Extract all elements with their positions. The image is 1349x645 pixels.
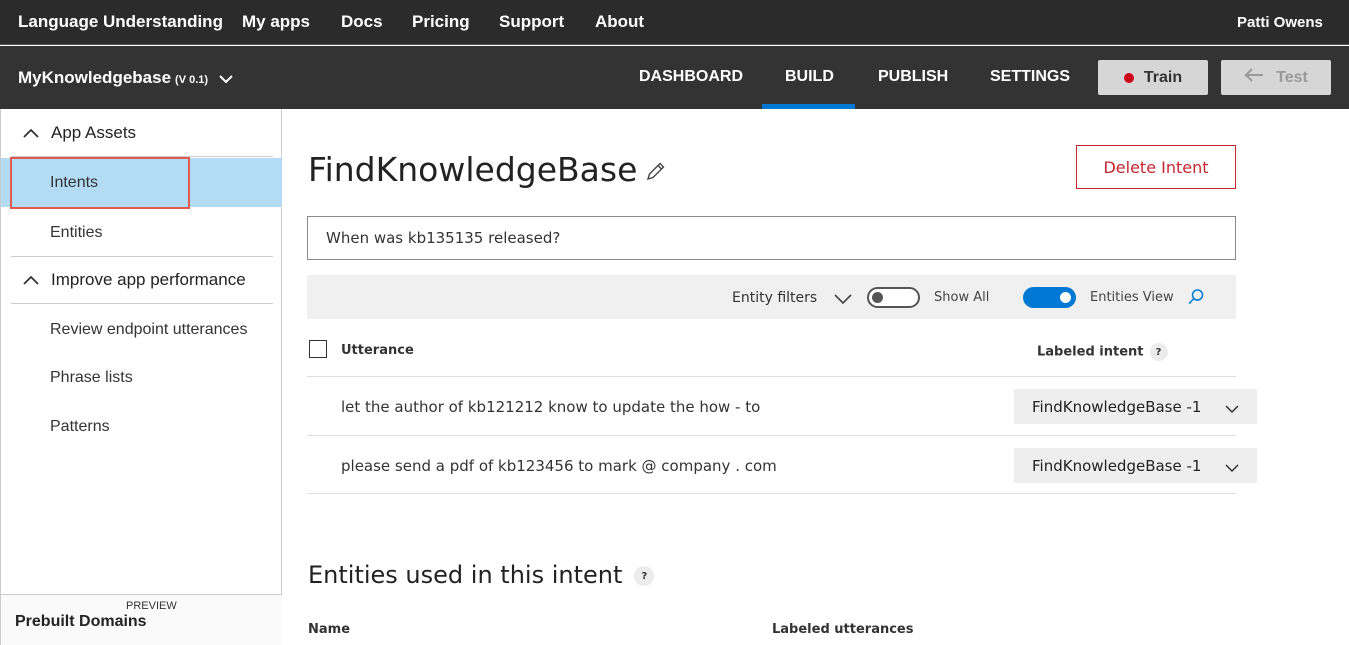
sidebar-item-entities[interactable]: Entities xyxy=(1,208,282,257)
help-icon[interactable]: ? xyxy=(634,566,655,586)
filter-bar: Entity filters Show All Entities View xyxy=(307,275,1236,319)
tab-build[interactable]: BUILD xyxy=(785,68,834,86)
prebuilt-domains-label: Prebuilt Domains xyxy=(15,613,147,630)
entities-view-toggle[interactable] xyxy=(1023,287,1076,308)
entities-section-title: Entities used in this intent? xyxy=(308,561,655,589)
nav-docs[interactable]: Docs xyxy=(341,12,383,32)
sidebar-item-patterns[interactable]: Patterns xyxy=(1,402,282,451)
tab-settings[interactable]: SETTINGS xyxy=(990,68,1070,86)
sidebar-item-review-endpoint[interactable]: Review endpoint utterances xyxy=(1,305,282,354)
sidebar-item-label: Patterns xyxy=(50,417,110,435)
preview-badge: PREVIEW xyxy=(126,600,177,612)
chevron-down-icon xyxy=(1225,459,1239,477)
nav-about[interactable]: About xyxy=(595,12,644,32)
column-header-utterance[interactable]: Utterance xyxy=(341,343,414,358)
chevron-down-icon xyxy=(219,69,233,89)
column-header-label: Labeled intent xyxy=(1037,344,1144,360)
entities-view-label: Entities View xyxy=(1090,290,1174,305)
entity-filters-dropdown[interactable]: Entity filters xyxy=(732,290,817,306)
toggle-knob xyxy=(872,292,883,303)
app-selector[interactable]: MyKnowledgebase (V 0.1) xyxy=(18,68,233,89)
section-title-text: Entities used in this intent xyxy=(308,561,623,589)
sidebar-item-phrase-lists[interactable]: Phrase lists xyxy=(1,353,282,402)
section-app-assets[interactable]: App Assets xyxy=(11,109,273,157)
section-label: Improve app performance xyxy=(51,270,246,289)
divider xyxy=(307,493,1236,494)
status-dot-icon xyxy=(1123,72,1134,83)
show-all-toggle[interactable] xyxy=(867,287,920,308)
utterance-text[interactable]: let the author of kb121212 know to updat… xyxy=(341,398,760,416)
nav-pricing[interactable]: Pricing xyxy=(412,12,470,32)
chevron-down-icon[interactable] xyxy=(834,290,852,309)
prebuilt-domains[interactable]: PREVIEW Prebuilt Domains xyxy=(1,594,282,645)
column-header-name[interactable]: Name xyxy=(308,622,350,637)
brand-link[interactable]: Language Understanding xyxy=(18,12,223,32)
app-name: MyKnowledgebase xyxy=(18,68,172,87)
labeled-intent-value: FindKnowledgeBase -1 xyxy=(1032,456,1202,475)
utterance-input[interactable]: When was kb135135 released? xyxy=(307,216,1236,260)
delete-intent-button[interactable]: Delete Intent xyxy=(1076,145,1236,189)
utterance-text[interactable]: please send a pdf of kb123456 to mark @ … xyxy=(341,457,777,475)
search-icon[interactable] xyxy=(1187,288,1205,310)
app-version: (V 0.1) xyxy=(175,74,209,86)
section-improve-performance[interactable]: Improve app performance xyxy=(11,256,273,304)
labeled-intent-value: FindKnowledgeBase -1 xyxy=(1032,397,1202,416)
user-menu[interactable]: Patti Owens xyxy=(1237,14,1323,31)
chevron-up-icon xyxy=(11,128,51,138)
labeled-intent-dropdown[interactable]: FindKnowledgeBase -1 xyxy=(1014,389,1257,424)
column-header-labeled-utterances[interactable]: Labeled utterances xyxy=(772,622,913,637)
test-label: Test xyxy=(1276,68,1308,86)
sidebar-item-label: Phrase lists xyxy=(50,368,133,386)
tab-publish[interactable]: PUBLISH xyxy=(878,68,948,86)
toggle-knob xyxy=(1060,292,1071,303)
page-title: FindKnowledgeBase xyxy=(308,150,638,189)
highlight-box xyxy=(10,157,190,209)
top-nav: Language Understanding My apps Docs Pric… xyxy=(0,0,1349,45)
active-tab-indicator xyxy=(762,104,855,109)
train-button[interactable]: Train xyxy=(1098,60,1208,95)
sidebar: App Assets Intents Entities Improve app … xyxy=(0,109,282,645)
divider xyxy=(307,435,1236,436)
section-label: App Assets xyxy=(51,122,137,142)
help-icon[interactable]: ? xyxy=(1149,343,1168,361)
select-all-checkbox[interactable] xyxy=(309,340,327,358)
test-button[interactable]: Test xyxy=(1221,60,1331,95)
chevron-up-icon xyxy=(11,275,51,285)
column-header-labeled-intent: Labeled intent? xyxy=(1037,343,1168,361)
pencil-icon[interactable] xyxy=(645,160,667,186)
show-all-label: Show All xyxy=(934,290,990,305)
arrow-left-icon xyxy=(1244,68,1264,87)
chevron-down-icon xyxy=(1225,400,1239,418)
nav-support[interactable]: Support xyxy=(499,12,564,32)
train-label: Train xyxy=(1143,68,1183,86)
tab-dashboard[interactable]: DASHBOARD xyxy=(639,68,743,86)
sidebar-item-label: Review endpoint utterances xyxy=(50,320,248,338)
nav-my-apps[interactable]: My apps xyxy=(242,12,310,32)
divider xyxy=(307,376,1236,377)
app-bar: MyKnowledgebase (V 0.1) DASHBOARD BUILD P… xyxy=(0,46,1349,109)
sidebar-item-label: Entities xyxy=(50,223,103,241)
labeled-intent-dropdown[interactable]: FindKnowledgeBase -1 xyxy=(1014,448,1257,483)
